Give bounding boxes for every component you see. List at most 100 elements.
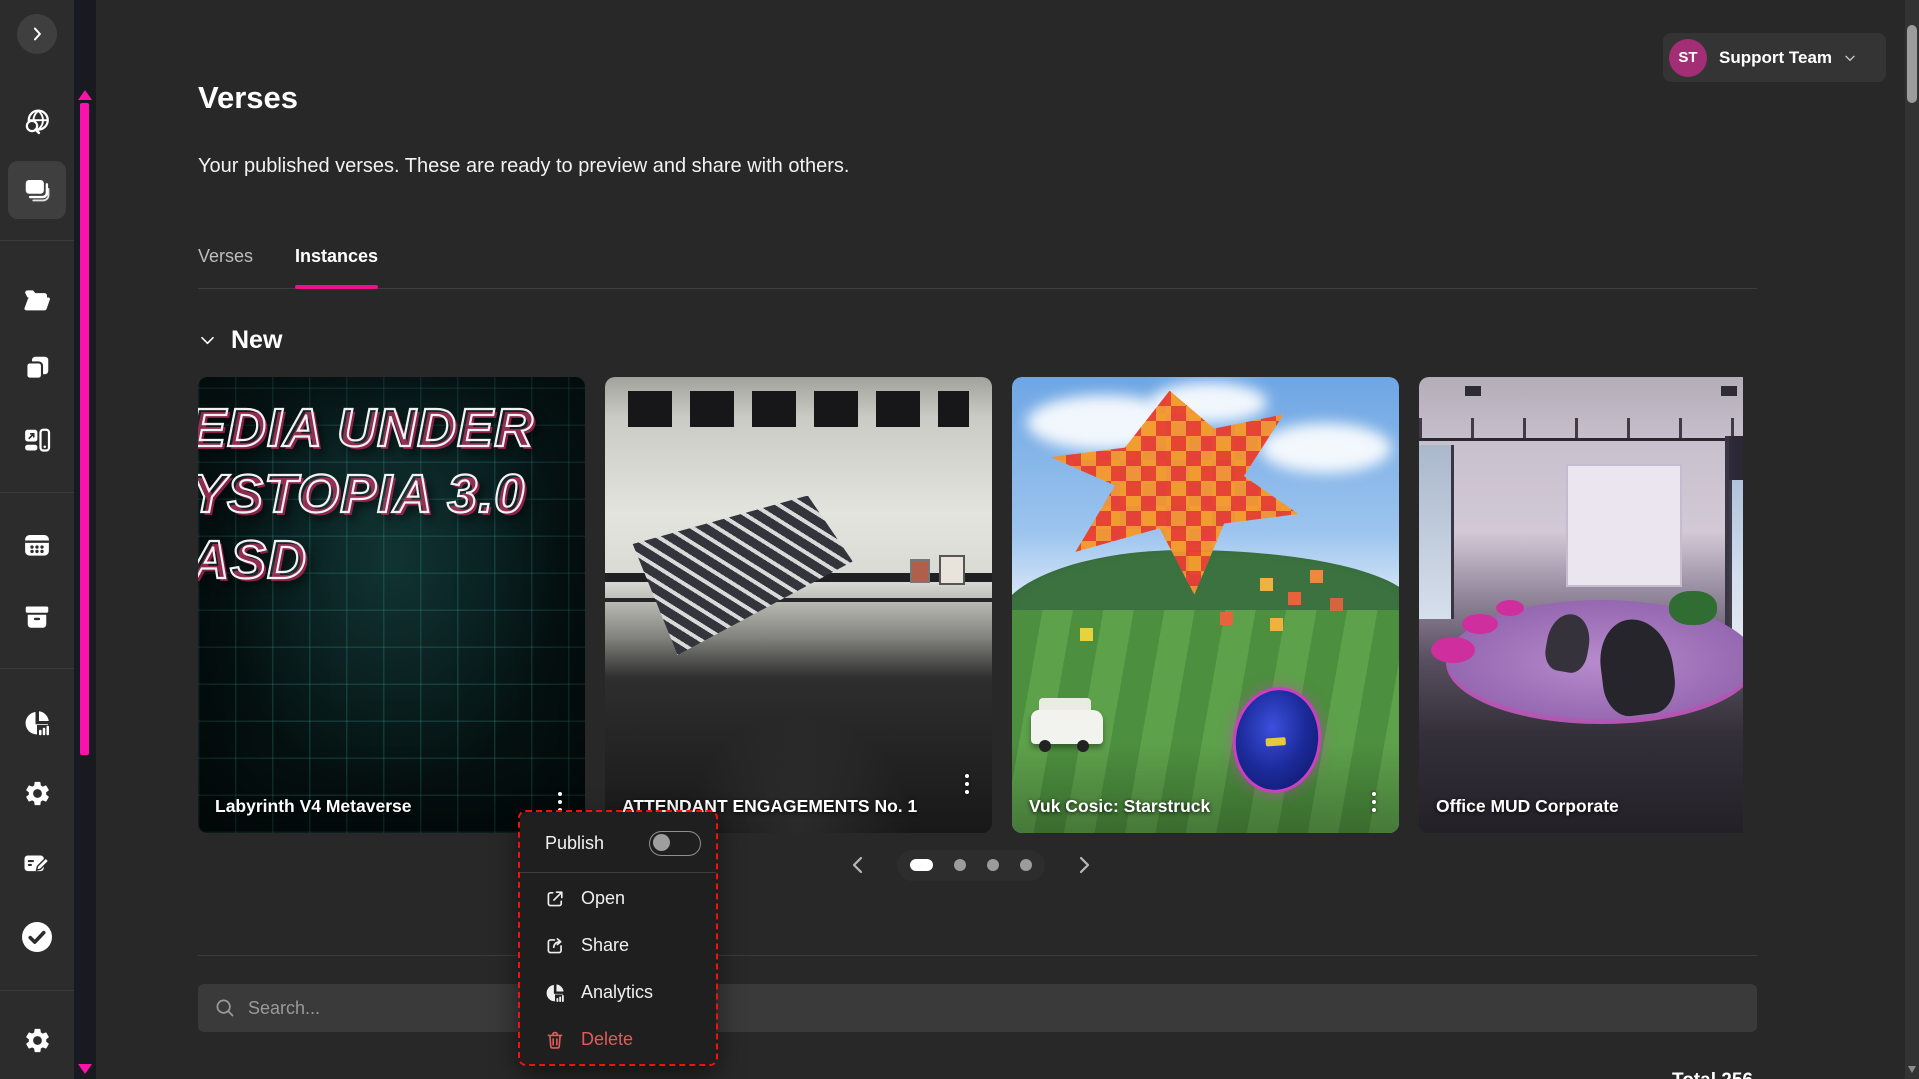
tab-instances[interactable]: Instances [295,243,378,289]
section-divider [198,955,1757,956]
sidebar-item-notes[interactable] [22,848,52,878]
sidebar-item-settings[interactable] [22,778,52,808]
sidebar-expand-button[interactable] [17,14,57,54]
card-thumbnail [605,377,992,833]
sidebar-item-archive[interactable] [22,602,52,632]
card-menu-button[interactable] [1357,781,1391,823]
menu-item-share[interactable]: Share [520,922,716,969]
pagination-dot-3[interactable] [987,859,999,871]
page-scrollbar-track[interactable] [1905,0,1919,1079]
section-new-toggle[interactable]: New [198,326,282,355]
globe-search-icon [22,107,52,137]
folder-open-icon [22,285,52,315]
publish-label: Publish [545,833,604,854]
sidebar-item-preferences[interactable] [22,1025,52,1055]
section-label: New [231,326,282,355]
card-office[interactable]: Office MUD Corporate [1419,377,1743,833]
sidebar-item-tasks[interactable] [19,919,55,955]
calendar-grid-icon [22,530,52,560]
card-title: Office MUD Corporate [1436,795,1619,819]
sidebar-divider [0,492,74,493]
page-scrollbar-thumb[interactable] [1907,25,1917,103]
pagination-dots [897,850,1045,881]
sidebar [0,0,74,1079]
menu-item-label: Analytics [581,982,653,1003]
sidebar-item-verses[interactable] [22,175,52,205]
sidebar-item-discover[interactable] [22,107,52,137]
search-input[interactable] [248,998,1757,1019]
carousel-next-button[interactable] [1071,852,1097,878]
external-link-icon [544,888,566,910]
app-screen: ST Support Team Verses Your published ve… [0,0,1919,1079]
menu-item-delete[interactable]: Delete [520,1016,716,1063]
active-tab-underline [295,285,378,289]
pagination-dot-2[interactable] [954,859,966,871]
sidebar-divider [0,990,74,991]
chevron-down-icon [198,331,217,350]
total-count: Total 256 [1672,1070,1753,1079]
tabstrip: Verses Instances [198,243,1757,289]
sidebar-item-media-kit[interactable] [22,425,52,455]
chevron-right-icon [27,24,47,44]
art-text-line: EDIA UNDER [198,397,534,459]
archive-box-icon [22,602,52,632]
pie-chart-icon [544,982,566,1004]
tab-instances-label: Instances [295,246,378,266]
menu-item-analytics[interactable]: Analytics [520,969,716,1016]
chevron-down-icon [1842,50,1858,66]
tab-verses[interactable]: Verses [198,243,253,289]
sidebar-item-events[interactable] [22,530,52,560]
card-title: Vuk Cosic: Starstruck [1029,795,1210,819]
menu-item-label: Share [581,935,629,956]
menu-item-label: Open [581,888,625,909]
search-icon [214,997,236,1019]
art-text-line: YSTOPIA 3.0 [198,463,525,525]
page-title: Verses [198,80,298,116]
check-circle-icon [19,919,55,955]
pie-chart-icon [22,708,52,738]
sidebar-item-analytics[interactable] [22,708,52,738]
chevron-right-icon [1072,853,1096,877]
search-bar [198,984,1757,1032]
card-title: Labyrinth V4 Metaverse [215,795,411,819]
avatar: ST [1669,39,1707,77]
menu-divider [520,872,716,873]
card-carousel: EDIA UNDER YSTOPIA 3.0 ASD Labyrinth V4 … [198,377,1743,833]
menu-item-label: Delete [581,1029,633,1050]
scroll-down-arrow[interactable] [78,1064,92,1074]
page-scroll-down-arrow[interactable] [1908,1066,1916,1073]
share-icon [544,935,566,957]
left-scrollbar-thumb[interactable] [80,103,89,755]
publish-toggle[interactable] [649,831,701,856]
user-menu-button[interactable]: ST Support Team [1663,33,1886,82]
carousel-pagination [198,846,1743,884]
user-name: Support Team [1719,48,1832,68]
sidebar-item-copies[interactable] [22,353,52,383]
page-subtitle: Your published verses. These are ready t… [198,155,849,178]
gear-icon [23,1026,52,1055]
card-attendant[interactable]: ATTENDANT ENGAGEMENTS No. 1 [605,377,992,833]
tab-verses-label: Verses [198,246,253,266]
card-starstruck[interactable]: Vuk Cosic: Starstruck [1012,377,1399,833]
card-labyrinth[interactable]: EDIA UNDER YSTOPIA 3.0 ASD Labyrinth V4 … [198,377,585,833]
card-context-menu: Publish Open Share [520,812,716,1064]
sidebar-item-projects[interactable] [22,285,52,315]
menu-item-open[interactable]: Open [520,875,716,922]
card-thumbnail [1419,377,1743,833]
note-edit-icon [22,848,52,878]
card-thumbnail: EDIA UNDER YSTOPIA 3.0 ASD [198,377,585,833]
card-thumbnail [1012,377,1399,833]
gear-icon [23,779,52,808]
copy-pages-icon [22,353,52,383]
layers-cards-icon [22,175,52,205]
trash-icon [544,1029,566,1051]
media-kit-icon [22,425,52,455]
pagination-dot-4[interactable] [1020,859,1032,871]
left-scrollbar-track[interactable] [74,0,96,1079]
toggle-knob [653,834,670,851]
pagination-dot-1[interactable] [910,859,933,871]
art-text-line: ASD [198,529,307,591]
scroll-up-arrow[interactable] [78,90,92,100]
carousel-prev-button[interactable] [845,852,871,878]
card-menu-button[interactable] [950,763,984,805]
